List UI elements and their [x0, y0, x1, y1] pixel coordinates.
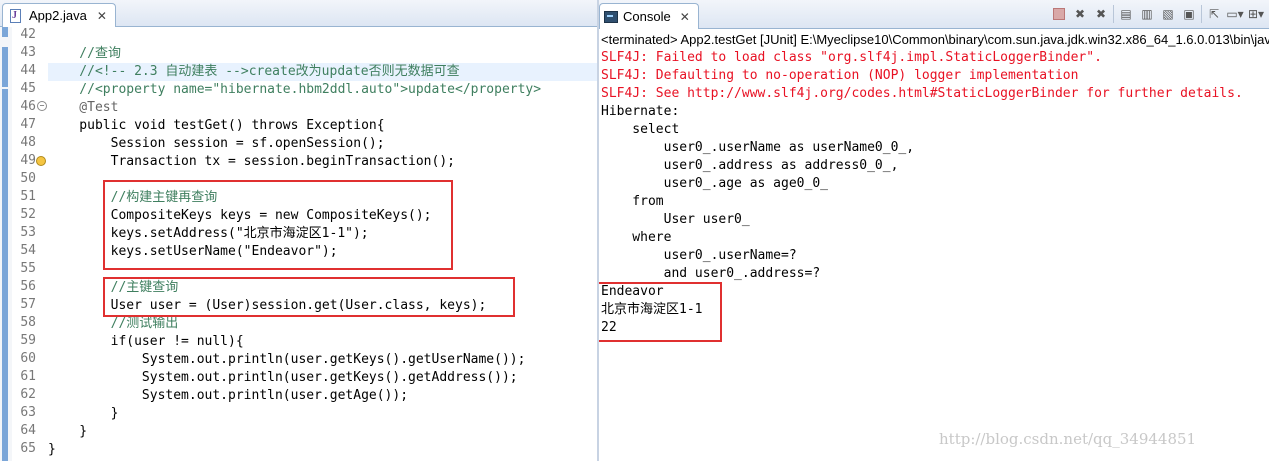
line-number: 48: [20, 135, 36, 150]
close-icon[interactable]: ✕: [680, 10, 690, 24]
code-line: Transaction tx = session.beginTransactio…: [48, 154, 455, 169]
console-line: and user0_.address=?: [601, 266, 821, 281]
fold-toggle-icon[interactable]: −: [37, 101, 47, 111]
warning-icon[interactable]: [36, 156, 46, 166]
remove-all-launches-icon[interactable]: ✖: [1092, 5, 1110, 23]
highlight-box-output: [599, 282, 722, 342]
highlight-box-primary-key-query: [103, 277, 515, 317]
line-number: 47: [20, 117, 36, 132]
code-line: @Test: [48, 100, 119, 115]
line-number: 57: [20, 297, 36, 312]
remove-launch-icon[interactable]: ✖: [1071, 5, 1089, 23]
console-line: SLF4J: Defaulting to no-operation (NOP) …: [601, 68, 1079, 83]
java-editor[interactable]: J App2.java ✕ 42 43 44 45 46 47 48 49 50…: [0, 0, 597, 461]
console-line: SLF4J: See http://www.slf4j.org/codes.ht…: [601, 86, 1243, 101]
clear-console-icon[interactable]: ▤: [1117, 5, 1135, 23]
console-line: where: [601, 230, 672, 245]
close-icon[interactable]: ✕: [97, 9, 107, 23]
line-number: 46: [20, 99, 36, 114]
code-line-current: //<!-- 2.3 自动建表 -->create改为update否则无数据可查: [48, 63, 597, 81]
code-line: }: [48, 406, 119, 421]
line-number: 64: [20, 423, 36, 438]
line-number: 58: [20, 315, 36, 330]
overview-ruler: [0, 27, 12, 461]
line-number: 61: [20, 369, 36, 384]
console-line: user0_.age as age0_0_: [601, 176, 836, 191]
line-number: 52: [20, 207, 36, 222]
line-number: 51: [20, 189, 36, 204]
line-number: 43: [20, 45, 36, 60]
tab-label: App2.java: [29, 8, 87, 23]
console-line: SLF4J: Failed to load class "org.slf4j.i…: [601, 50, 1102, 65]
watermark: http://blog.csdn.net/qq_34944851: [939, 430, 1197, 448]
line-number-gutter: 42 43 44 45 46 47 48 49 50 51 52 53 54 5…: [12, 27, 38, 461]
console-line: user0_.userName=?: [601, 248, 805, 263]
line-number: 53: [20, 225, 36, 240]
display-selected-console-icon[interactable]: ▭▾: [1226, 5, 1244, 23]
line-number: 62: [20, 387, 36, 402]
java-file-icon: J: [9, 8, 23, 23]
code-line: //<property name="hibernate.hbm2ddl.auto…: [48, 82, 542, 97]
toolbar-separator: [1201, 5, 1202, 23]
console-toolbar: ✖ ✖ ▤ ▥ ▧ ▣ ⇱ ▭▾ ⊞▾: [1050, 5, 1265, 23]
line-number: 56: [20, 279, 36, 294]
tab-app2-java[interactable]: J App2.java ✕: [2, 3, 116, 27]
code-line: System.out.println(user.getKeys().getAdd…: [48, 370, 518, 385]
open-console-icon[interactable]: ⊞▾: [1247, 5, 1265, 23]
console-line: user0_.address as address0_0_,: [601, 158, 899, 173]
line-number: 44: [20, 63, 36, 78]
code-line: //查询: [48, 46, 121, 61]
console-line: from: [601, 194, 664, 209]
line-number: 59: [20, 333, 36, 348]
line-number: 60: [20, 351, 36, 366]
console-icon: [604, 10, 618, 23]
code-line: }: [48, 424, 88, 439]
line-number: 63: [20, 405, 36, 420]
line-number: 45: [20, 81, 36, 96]
line-number: 54: [20, 243, 36, 258]
highlight-box-build-key: [103, 180, 453, 270]
console-line: User user0_: [601, 212, 758, 227]
code-line: System.out.println(user.getKeys().getUse…: [48, 352, 526, 367]
toolbar-separator: [1113, 5, 1114, 23]
word-wrap-icon[interactable]: ▧: [1159, 5, 1177, 23]
console-line: user0_.userName as userName0_0_,: [601, 140, 915, 155]
line-number: 50: [20, 171, 36, 186]
line-number: 49: [20, 153, 36, 168]
scroll-lock-icon[interactable]: ▥: [1138, 5, 1156, 23]
pin-console-icon[interactable]: ⇱: [1205, 5, 1223, 23]
code-line: public void testGet() throws Exception{: [48, 118, 385, 133]
code-line: if(user != null){: [48, 334, 244, 349]
line-number: 65: [20, 441, 36, 456]
tab-label: Console: [623, 9, 671, 24]
terminated-status: <terminated> App2.testGet [JUnit] E:\Mye…: [601, 32, 1269, 47]
show-console-icon[interactable]: ▣: [1180, 5, 1198, 23]
console-tab-bar: Console ✕ ✖ ✖ ▤ ▥ ▧ ▣ ⇱ ▭▾ ⊞▾: [599, 0, 1269, 29]
console-line: Hibernate:: [601, 104, 688, 119]
code-line: //测试输出: [48, 316, 179, 331]
terminate-icon[interactable]: [1050, 5, 1068, 23]
console-view[interactable]: Console ✕ ✖ ✖ ▤ ▥ ▧ ▣ ⇱ ▭▾ ⊞▾ <terminate…: [599, 0, 1269, 461]
line-number: 42: [20, 27, 36, 42]
editor-tab-bar: J App2.java ✕: [0, 0, 597, 27]
code-line: System.out.println(user.getAge());: [48, 388, 409, 403]
console-line: select: [601, 122, 680, 137]
tab-console[interactable]: Console ✕: [599, 3, 699, 29]
code-line: Session session = sf.openSession();: [48, 136, 385, 151]
code-line: }: [48, 442, 56, 457]
line-number: 55: [20, 261, 36, 276]
